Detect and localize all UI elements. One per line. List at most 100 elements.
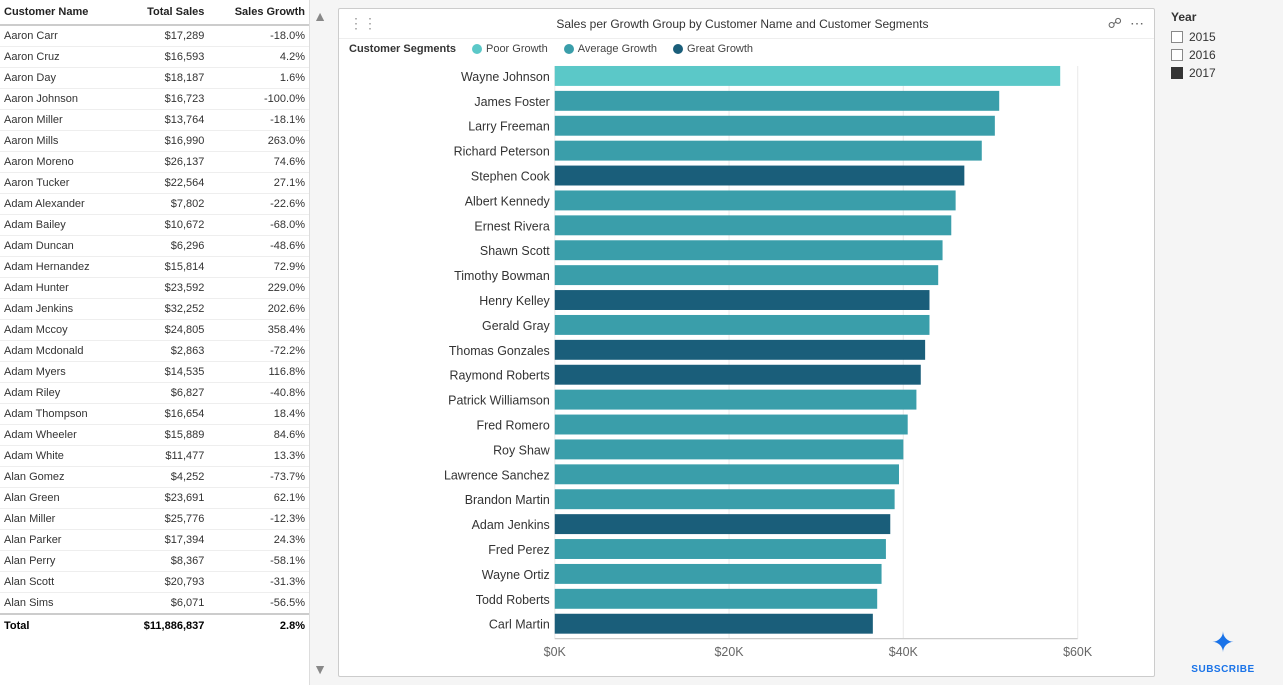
table-cell: 84.6% — [208, 425, 309, 446]
year-2016-item[interactable]: 2016 — [1171, 48, 1275, 62]
table-row[interactable]: Adam Hunter$23,592229.0% — [0, 278, 309, 299]
table-row[interactable]: Alan Parker$17,39424.3% — [0, 530, 309, 551]
bar-rect[interactable] — [555, 614, 873, 634]
table-row[interactable]: Adam Myers$14,535116.8% — [0, 362, 309, 383]
table-row[interactable]: Adam Wheeler$15,88984.6% — [0, 425, 309, 446]
bar-rect[interactable] — [555, 66, 1060, 86]
table-cell: Adam White — [0, 446, 120, 467]
table-cell: $26,137 — [120, 152, 208, 173]
table-cell: $16,990 — [120, 131, 208, 152]
more-options-icon[interactable]: ⋯ — [1130, 15, 1144, 32]
table-cell: Alan Scott — [0, 572, 120, 593]
table-cell: -18.0% — [208, 25, 309, 47]
table-row[interactable]: Adam Riley$6,827-40.8% — [0, 383, 309, 404]
subscribe-icon: ✦ — [1171, 626, 1275, 659]
table-cell: Adam Mccoy — [0, 320, 120, 341]
scroll-up-arrow[interactable]: ▲ — [312, 8, 328, 24]
table-row[interactable]: Aaron Tucker$22,56427.1% — [0, 173, 309, 194]
scroll-down-arrow[interactable]: ▼ — [312, 661, 328, 677]
table-row[interactable]: Alan Sims$6,071-56.5% — [0, 593, 309, 615]
subscribe-text[interactable]: SUBSCRIBE — [1191, 664, 1254, 675]
average-growth-dot — [564, 44, 574, 54]
year-2017-item[interactable]: 2017 — [1171, 66, 1275, 80]
table-row[interactable]: Adam White$11,47713.3% — [0, 446, 309, 467]
col-header-name[interactable]: Customer Name — [0, 0, 120, 25]
table-row[interactable]: Alan Scott$20,793-31.3% — [0, 572, 309, 593]
table-cell: $2,863 — [120, 341, 208, 362]
year-2016-checkbox[interactable] — [1171, 49, 1183, 61]
table-row[interactable]: Adam Alexander$7,802-22.6% — [0, 194, 309, 215]
year-2015-checkbox[interactable] — [1171, 31, 1183, 43]
bar-rect[interactable] — [555, 415, 908, 435]
bar-rect[interactable] — [555, 589, 877, 609]
legend-great-growth[interactable]: Great Growth — [673, 43, 753, 55]
table-cell: Adam Riley — [0, 383, 120, 404]
bar-rect[interactable] — [555, 564, 882, 584]
table-cell: $23,592 — [120, 278, 208, 299]
bar-rect[interactable] — [555, 265, 938, 285]
table-cell: $10,672 — [120, 215, 208, 236]
table-cell: 202.6% — [208, 299, 309, 320]
table-cell: $16,593 — [120, 47, 208, 68]
bar-rect[interactable] — [555, 190, 956, 210]
table-row[interactable]: Aaron Day$18,1871.6% — [0, 68, 309, 89]
table-cell: $20,793 — [120, 572, 208, 593]
footer-growth: 2.8% — [208, 614, 309, 637]
legend-poor-growth[interactable]: Poor Growth — [472, 43, 548, 55]
table-cell: $25,776 — [120, 509, 208, 530]
bar-rect[interactable] — [555, 240, 943, 260]
subscribe-area[interactable]: ✦ SUBSCRIBE — [1171, 626, 1275, 675]
table-row[interactable]: Aaron Mills$16,990263.0% — [0, 131, 309, 152]
table-row[interactable]: Alan Green$23,69162.1% — [0, 488, 309, 509]
bar-rect[interactable] — [555, 489, 895, 509]
chart-svg-area: Wayne JohnsonJames FosterLarry FreemanRi… — [339, 61, 1154, 676]
bar-rect[interactable] — [555, 390, 917, 410]
bar-rect[interactable] — [555, 91, 999, 111]
table-row[interactable]: Adam Mcdonald$2,863-72.2% — [0, 341, 309, 362]
table-row[interactable]: Adam Bailey$10,672-68.0% — [0, 215, 309, 236]
scroll-control: ▲ ▼ — [310, 0, 330, 685]
bar-rect[interactable] — [555, 514, 891, 534]
table-row[interactable]: Adam Jenkins$32,252202.6% — [0, 299, 309, 320]
bar-rect[interactable] — [555, 365, 921, 385]
col-header-sales[interactable]: Total Sales — [120, 0, 208, 25]
bar-rect[interactable] — [555, 464, 899, 484]
table-cell: 24.3% — [208, 530, 309, 551]
table-row[interactable]: Adam Hernandez$15,81472.9% — [0, 257, 309, 278]
x-axis-label: $60K — [1063, 645, 1093, 659]
table-row[interactable]: Alan Perry$8,367-58.1% — [0, 551, 309, 572]
bar-rect[interactable] — [555, 290, 930, 310]
legend-poor-growth-label: Poor Growth — [486, 43, 548, 55]
table-row[interactable]: Adam Mccoy$24,805358.4% — [0, 320, 309, 341]
year-2017-label: 2017 — [1189, 66, 1216, 80]
chart-panel: ⋮⋮ Sales per Growth Group by Customer Na… — [338, 8, 1155, 677]
table-cell: Adam Myers — [0, 362, 120, 383]
table-cell: $24,805 — [120, 320, 208, 341]
col-header-growth[interactable]: Sales Growth — [208, 0, 309, 25]
table-row[interactable]: Aaron Moreno$26,13774.6% — [0, 152, 309, 173]
table-row[interactable]: Adam Duncan$6,296-48.6% — [0, 236, 309, 257]
table-row[interactable]: Alan Miller$25,776-12.3% — [0, 509, 309, 530]
table-row[interactable]: Alan Gomez$4,252-73.7% — [0, 467, 309, 488]
bar-rect[interactable] — [555, 315, 930, 335]
bar-rect[interactable] — [555, 340, 925, 360]
table-row[interactable]: Aaron Miller$13,764-18.1% — [0, 110, 309, 131]
expand-icon[interactable]: ☍ — [1108, 15, 1122, 32]
table-cell: Adam Thompson — [0, 404, 120, 425]
bar-rect[interactable] — [555, 116, 995, 136]
table-cell: Aaron Tucker — [0, 173, 120, 194]
bar-rect[interactable] — [555, 141, 982, 161]
table-row[interactable]: Aaron Carr$17,289-18.0% — [0, 25, 309, 47]
drag-handle-icon[interactable]: ⋮⋮ — [349, 15, 377, 32]
table-row[interactable]: Aaron Johnson$16,723-100.0% — [0, 89, 309, 110]
bar-rect[interactable] — [555, 539, 886, 559]
bar-rect[interactable] — [555, 166, 965, 186]
x-axis-label: $0K — [544, 645, 567, 659]
table-row[interactable]: Aaron Cruz$16,5934.2% — [0, 47, 309, 68]
year-2015-item[interactable]: 2015 — [1171, 30, 1275, 44]
bar-rect[interactable] — [555, 439, 904, 459]
legend-average-growth[interactable]: Average Growth — [564, 43, 657, 55]
bar-rect[interactable] — [555, 215, 952, 235]
table-row[interactable]: Adam Thompson$16,65418.4% — [0, 404, 309, 425]
year-2017-checkbox[interactable] — [1171, 67, 1183, 79]
